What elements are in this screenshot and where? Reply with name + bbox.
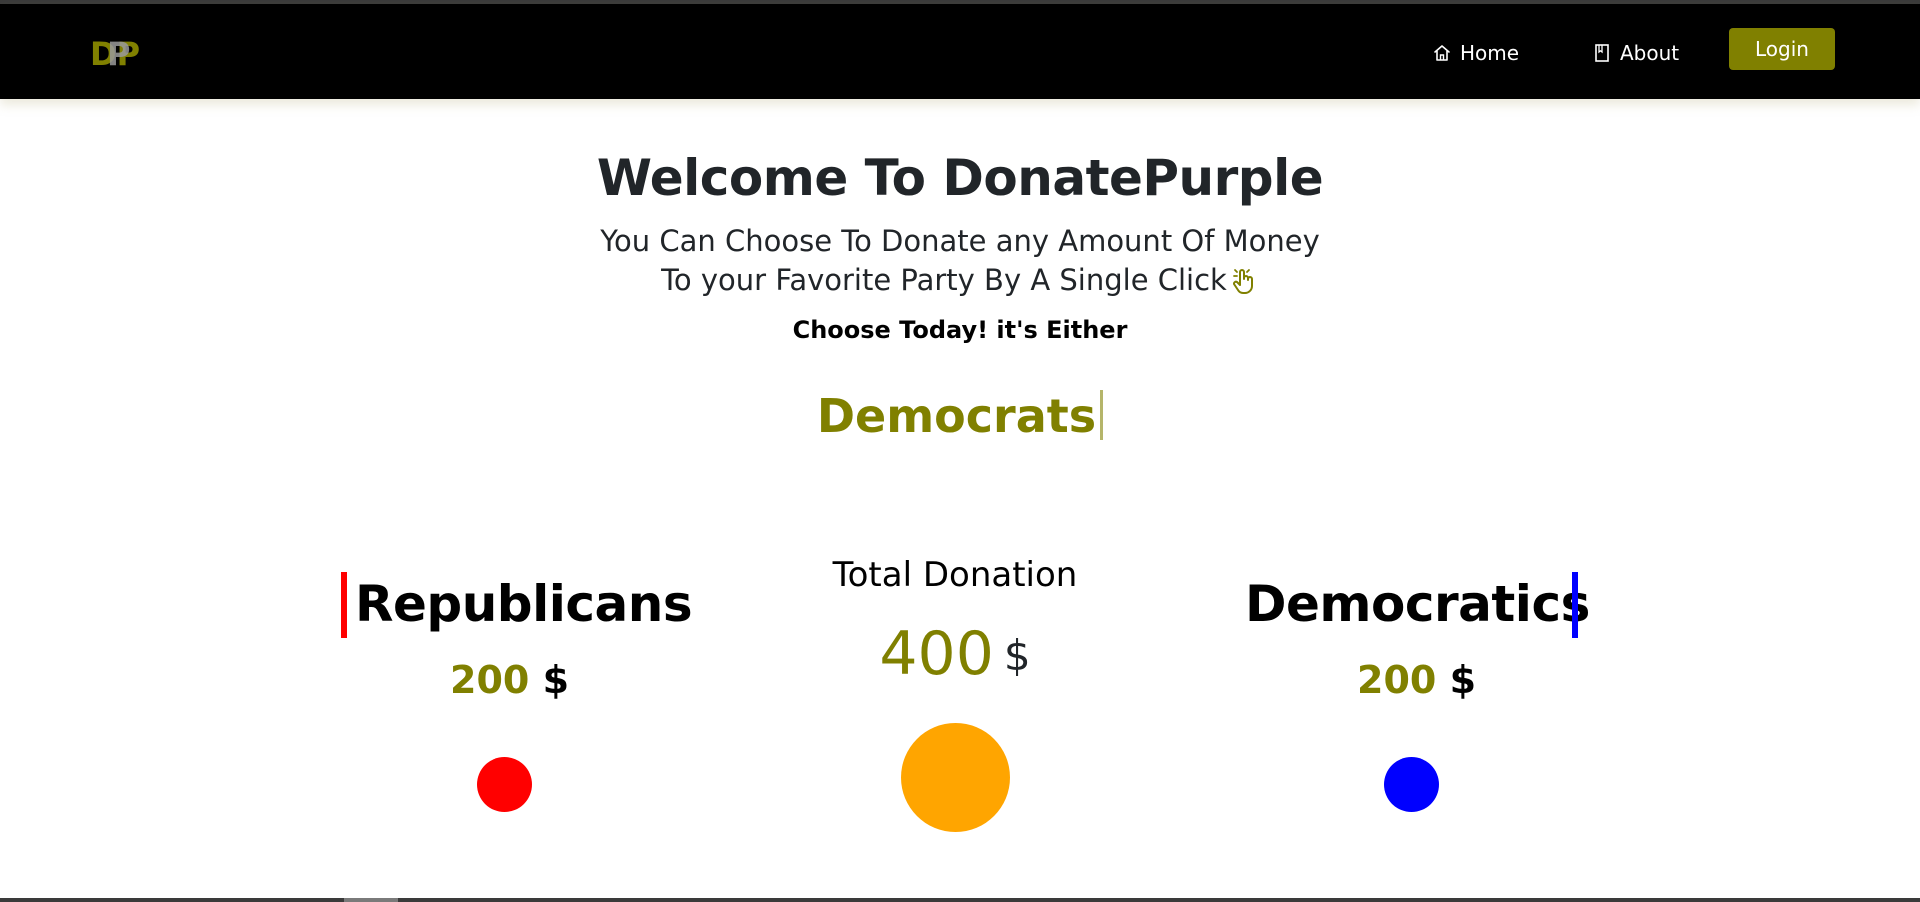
hero-subtitle: You Can Choose To Donate any Amount Of M… [0, 222, 1920, 300]
nav-home-label: Home [1460, 41, 1520, 65]
dp-logo-icon: DP P [90, 36, 140, 70]
total-donation-label: Total Donation [832, 555, 1078, 595]
democratics-currency: $ [1449, 658, 1477, 702]
page-title: Welcome To DonatePurple [596, 149, 1324, 207]
navbar: DP P Home About Login [0, 4, 1920, 99]
nav-about-label: About [1620, 41, 1680, 65]
home-icon [1434, 45, 1450, 61]
scrollbar-thumb[interactable] [344, 898, 398, 902]
hero-subtitle-line2-wrap: To your Favorite Party By A Single Click [0, 261, 1920, 300]
democratics-amount: 200 $ [1357, 656, 1476, 704]
democratics-heading: Democratics [1245, 575, 1590, 633]
total-currency: $ [1003, 631, 1031, 680]
nav-home-link[interactable]: Home [1432, 38, 1519, 68]
svg-text:P: P [107, 36, 130, 70]
total-amount-value: 400 [879, 619, 994, 689]
total-donation-amount: 400 $ [0, 618, 1910, 692]
logo[interactable]: DP P [90, 36, 150, 70]
nav-about-link[interactable]: About [1592, 38, 1679, 68]
book-icon [1595, 44, 1609, 62]
hand-click-icon [1229, 266, 1259, 296]
democratics-amount-value: 200 [1357, 658, 1437, 702]
login-button[interactable]: Login [1729, 28, 1835, 70]
democratics-accent-bar [1572, 572, 1578, 638]
hero-subtitle-line1: You Can Choose To Donate any Amount Of M… [600, 224, 1320, 258]
total-donation-circle [901, 723, 1010, 832]
hero-subtitle-line2: To your Favorite Party By A Single Click [661, 263, 1227, 297]
horizontal-scrollbar[interactable] [0, 898, 1920, 902]
choose-today-text: Choose Today! it's Either [792, 316, 1128, 344]
typed-party-label: Democrats [816, 389, 1097, 443]
typing-cursor [1100, 390, 1104, 440]
republicans-donate-button[interactable] [477, 757, 532, 812]
democratics-donate-button[interactable] [1384, 757, 1439, 812]
typed-party-text: Democrats [0, 386, 1920, 446]
